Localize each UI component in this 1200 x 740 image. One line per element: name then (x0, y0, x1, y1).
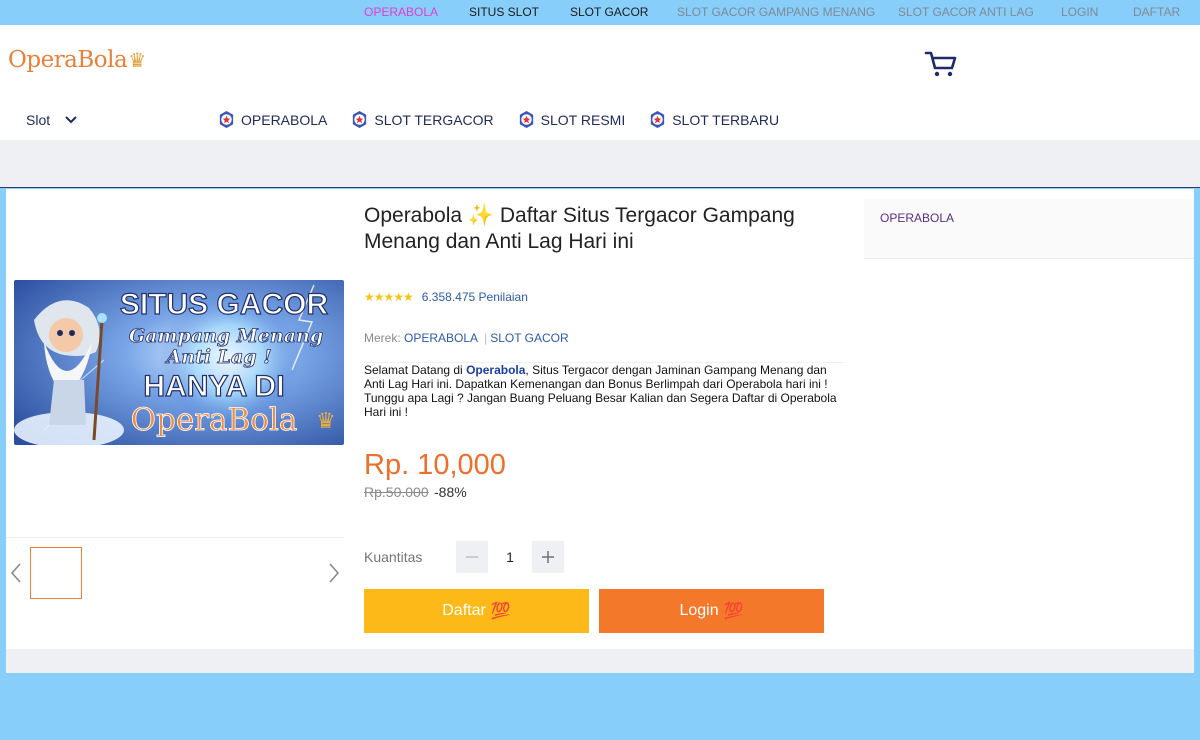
topnav-link-slot-gacor[interactable]: SLOT GACOR (570, 5, 648, 19)
logo-text: OperaBola (8, 47, 128, 73)
topnav-link-slot-gacor-gampang-menang[interactable]: SLOT GACOR GAMPANG MENANG (677, 5, 875, 19)
star-badge-icon (651, 110, 665, 129)
site-logo[interactable]: OperaBola♛ (8, 47, 146, 73)
description-prefix: Selamat Datang di (364, 363, 467, 377)
star-badge-icon (353, 110, 367, 129)
nav-label: SLOT RESMI (540, 111, 626, 128)
brand-row: Merek: OPERABOLA | SLOT GACOR (364, 331, 569, 345)
nav-link-operabola[interactable]: OPERABOLA (217, 110, 327, 129)
topnav-link-operabola[interactable]: OPERABOLA (364, 5, 438, 19)
banner-line-4: HANYA DI (143, 370, 284, 403)
nav-label: OPERABOLA (241, 111, 328, 128)
crown-icon: ♛ (128, 48, 146, 72)
chevron-right-icon[interactable] (328, 562, 340, 584)
login-button[interactable]: Login 💯 (599, 589, 824, 633)
rating-stars-icon: ★★★★★ (364, 290, 414, 304)
nav-label: SLOT TERGACOR (374, 111, 494, 128)
product-title: Operabola ✨ Daftar Situs Tergacor Gampan… (364, 204, 795, 253)
slot-category-dropdown[interactable]: Slot (26, 112, 78, 128)
slot-menu-label: Slot (26, 112, 51, 128)
minus-icon (466, 556, 478, 558)
banner-line-5: OperaBola (131, 402, 298, 438)
topnav-link-daftar[interactable]: DAFTAR (1133, 5, 1180, 19)
nav-link-slot-terbaru[interactable]: SLOT TERBARU (648, 110, 779, 129)
product-rating: ★★★★★ 6.358.475 Penilaian (364, 290, 528, 304)
product-banner-image[interactable]: SITUS GACOR Gampang Menang Anti Lag ! HA… (14, 280, 344, 445)
brand-link-operabola[interactable]: OPERABOLA (404, 331, 478, 345)
hundred-points-icon: 💯 (490, 603, 511, 620)
brand-label: Merek: (364, 331, 401, 345)
banner-line-1: SITUS GACOR (120, 288, 329, 321)
cart-icon[interactable] (924, 50, 958, 78)
banner-crown-icon: ♛ (316, 409, 336, 434)
hundred-points-icon: 💯 (723, 603, 744, 620)
nav-label: SLOT TERBARU (672, 111, 780, 128)
banner-line-3: Anti Lag ! (164, 346, 271, 368)
quantity-label: Kuantitas (364, 549, 423, 565)
daftar-button-label: Daftar (442, 602, 486, 619)
current-price: Rp. 10,000 (364, 449, 506, 481)
star-badge-icon (519, 110, 533, 129)
topnav-link-slot-gacor-anti-lag[interactable]: SLOT GACOR ANTI LAG (898, 5, 1034, 19)
gallery-divider (6, 537, 344, 538)
star-badge-icon (219, 110, 234, 129)
side-panel-link-operabola[interactable]: OPERABOLA (880, 211, 954, 225)
topnav-link-situs-slot[interactable]: SITUS SLOT (469, 5, 539, 19)
rating-count[interactable]: 6.358.475 Penilaian (422, 290, 528, 304)
banner-line-2: Gampang Menang (129, 325, 323, 347)
quantity-increase-button[interactable] (532, 541, 564, 573)
header-divider-band (0, 140, 1200, 188)
brand-separator: | (484, 331, 488, 345)
chevron-left-icon[interactable] (10, 562, 22, 584)
gallery-thumbnail[interactable] (30, 547, 82, 599)
discount-badge: -88% (434, 484, 467, 500)
plus-icon (542, 551, 554, 563)
quantity-decrease-button[interactable] (456, 541, 488, 573)
brand-link-slot-gacor[interactable]: SLOT GACOR (490, 331, 568, 345)
panel-footer-band (6, 649, 1194, 673)
nav-link-slot-tergacor[interactable]: SLOT TERGACOR (350, 110, 494, 129)
side-panel: OPERABOLA (864, 199, 1194, 259)
login-button-label: Login (679, 602, 719, 619)
topnav-link-login[interactable]: LOGIN (1061, 5, 1098, 19)
description-highlight: Operabola (466, 363, 526, 377)
chevron-down-icon (65, 116, 77, 124)
daftar-button[interactable]: Daftar 💯 (364, 589, 589, 633)
product-description: Selamat Datang di Operabola, Situs Terga… (364, 363, 844, 419)
top-navbar: OPERABOLA SITUS SLOT SLOT GACOR SLOT GAC… (0, 0, 1200, 25)
site-header: OperaBola♛ Slot OPERABOLA SLOT TERGACOR … (0, 25, 1200, 140)
quantity-input[interactable]: 1 (488, 541, 532, 573)
nav-link-slot-resmi[interactable]: SLOT RESMI (517, 110, 626, 129)
original-price: Rp.50.000 (364, 484, 429, 500)
category-nav: OPERABOLA SLOT TERGACOR SLOT RESMI SLOT … (217, 110, 802, 129)
